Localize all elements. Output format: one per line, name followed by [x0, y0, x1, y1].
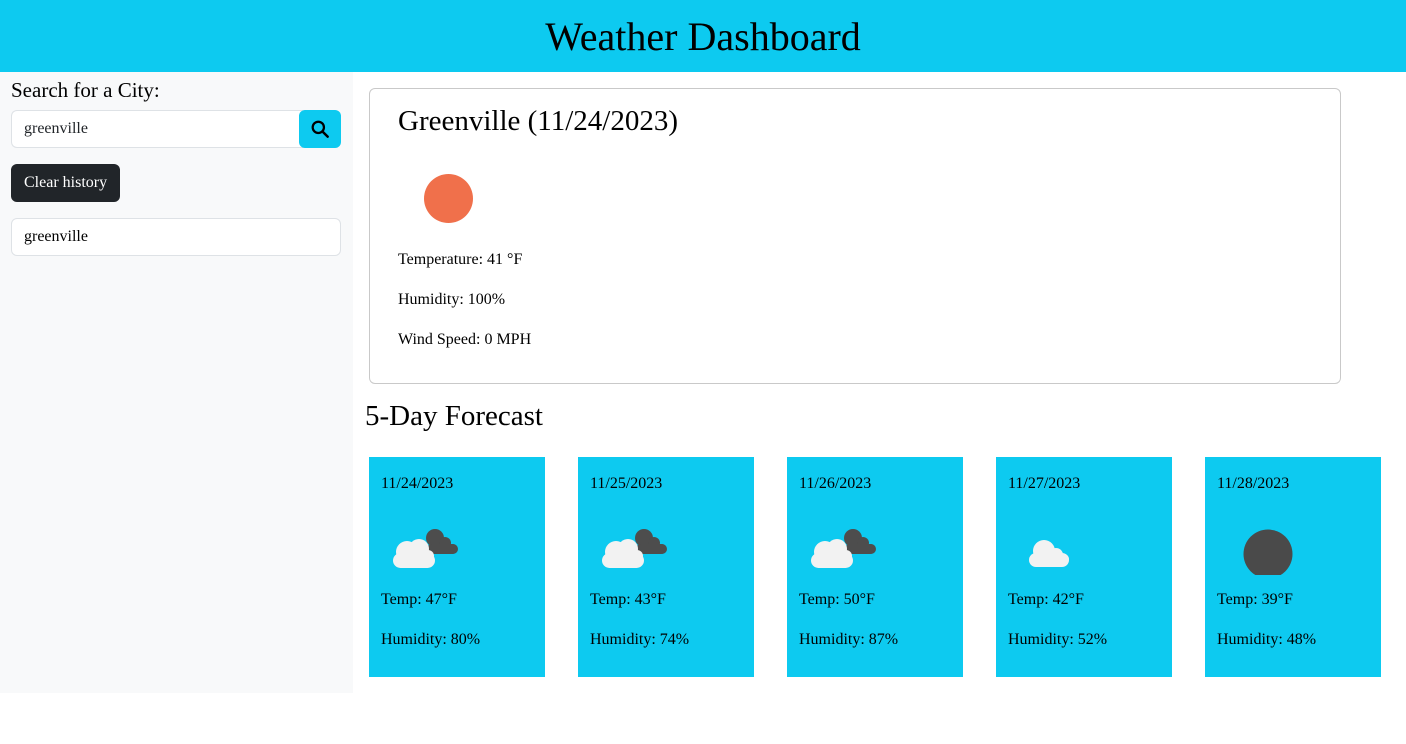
moon-icon	[1217, 511, 1369, 579]
forecast-temp: Temp: 39°F	[1217, 591, 1293, 608]
page-title: Weather Dashboard	[545, 13, 861, 59]
broken-clouds-icon	[590, 511, 742, 575]
forecast-temp: Temp: 42°F	[1008, 591, 1084, 608]
search-input[interactable]	[11, 110, 303, 148]
current-humidity: Humidity: 100%	[398, 291, 506, 308]
current-city-title: Greenville (11/24/2023)	[398, 105, 678, 137]
forecast-date: 11/27/2023	[1008, 475, 1081, 492]
forecast-title: 5-Day Forecast	[365, 400, 543, 432]
forecast-card: 11/24/2023 Temp: 47°F Humidity: 80%	[369, 457, 545, 677]
broken-clouds-icon	[381, 511, 533, 575]
main-content: Greenville (11/24/2023) Temperature: 41 …	[353, 72, 1406, 693]
layout: Search for a City: Clear history greenvi…	[0, 72, 1406, 693]
cloud-icon	[1008, 511, 1160, 575]
search-label: Search for a City:	[11, 78, 160, 102]
forecast-humidity: Humidity: 80%	[381, 631, 481, 648]
forecast-card: 11/25/2023 Temp: 43°F Humidity: 74%	[578, 457, 754, 677]
clear-history-button[interactable]: Clear history	[11, 164, 121, 202]
forecast-card: 11/27/2023 Temp: 42°F Humidity: 52%	[996, 457, 1172, 677]
broken-clouds-icon	[799, 511, 951, 575]
search-row	[11, 110, 341, 148]
forecast-humidity: Humidity: 48%	[1217, 631, 1317, 648]
forecast-row: 11/24/2023 Temp: 47°F Humidity: 80% 11/2…	[369, 457, 1406, 677]
forecast-card: 11/28/2023 Temp: 39°F Humidity: 48%	[1205, 457, 1381, 677]
current-weather-card: Greenville (11/24/2023) Temperature: 41 …	[369, 88, 1341, 384]
forecast-date: 11/28/2023	[1217, 475, 1290, 492]
forecast-temp: Temp: 50°F	[799, 591, 875, 608]
search-icon	[311, 120, 329, 138]
current-wind-speed: Wind Speed: 0 MPH	[398, 331, 532, 348]
forecast-card: 11/26/2023 Temp: 50°F Humidity: 87%	[787, 457, 963, 677]
sun-icon	[424, 174, 473, 223]
search-button[interactable]	[299, 110, 341, 148]
forecast-humidity: Humidity: 74%	[590, 631, 690, 648]
forecast-temp: Temp: 47°F	[381, 591, 457, 608]
app-header: Weather Dashboard	[0, 0, 1406, 72]
sidebar: Search for a City: Clear history greenvi…	[0, 72, 353, 693]
forecast-date: 11/24/2023	[381, 475, 454, 492]
forecast-temp: Temp: 43°F	[590, 591, 666, 608]
forecast-humidity: Humidity: 87%	[799, 631, 899, 648]
forecast-date: 11/26/2023	[799, 475, 872, 492]
forecast-humidity: Humidity: 52%	[1008, 631, 1108, 648]
history-item[interactable]: greenville	[11, 218, 341, 256]
forecast-date: 11/25/2023	[590, 475, 663, 492]
current-temperature: Temperature: 41 °F	[398, 251, 523, 268]
